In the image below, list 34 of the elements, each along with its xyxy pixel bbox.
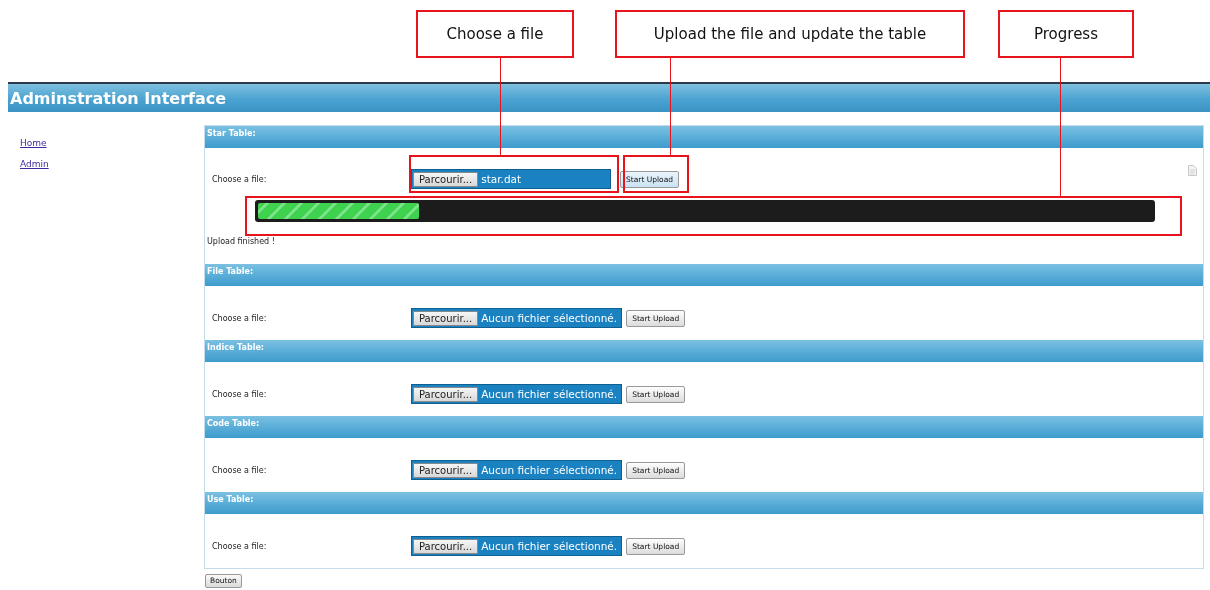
section-title: Code Table: bbox=[206, 418, 260, 428]
page-title: Adminstration Interface bbox=[9, 88, 227, 108]
section-title: Indice Table: bbox=[206, 342, 264, 352]
document-icon bbox=[1188, 164, 1197, 176]
file-input[interactable]: Parcourir... Aucun fichier sélectionné. bbox=[411, 460, 623, 480]
section-title: Star Table: bbox=[206, 128, 256, 138]
field-label: Choose a file: bbox=[211, 313, 268, 323]
file-name: Aucun fichier sélectionné. bbox=[480, 388, 619, 400]
field-label: Choose a file: bbox=[211, 389, 268, 399]
callout-label: Upload the file and update the table bbox=[615, 10, 965, 58]
file-name: Aucun fichier sélectionné. bbox=[480, 312, 619, 324]
browse-button[interactable]: Parcourir... bbox=[413, 462, 479, 478]
status-message: Upload finished ! bbox=[206, 237, 276, 246]
nav-link[interactable]: Admin bbox=[20, 159, 49, 169]
file-input[interactable]: Parcourir... star.dat bbox=[411, 169, 611, 189]
nav-link[interactable]: Home bbox=[20, 138, 47, 148]
file-name: Aucun fichier sélectionné. bbox=[480, 540, 619, 552]
field-label: Choose a file: bbox=[211, 465, 268, 475]
browse-button[interactable]: Parcourir... bbox=[413, 310, 479, 326]
file-input[interactable]: Parcourir... Aucun fichier sélectionné. bbox=[411, 308, 623, 328]
file-input[interactable]: Parcourir... Aucun fichier sélectionné. bbox=[411, 384, 623, 404]
browse-button[interactable]: Parcourir... bbox=[413, 386, 479, 402]
file-input[interactable]: Parcourir... Aucun fichier sélectionné. bbox=[411, 536, 623, 556]
field-label: Choose a file: bbox=[211, 174, 268, 184]
file-name: star.dat bbox=[480, 173, 523, 185]
highlight-frame bbox=[623, 155, 689, 193]
callout-label: Progress bbox=[998, 10, 1134, 58]
section-title: Use Table: bbox=[206, 494, 254, 504]
browse-button[interactable]: Parcourir... bbox=[413, 171, 479, 187]
file-name: Aucun fichier sélectionné. bbox=[480, 464, 619, 476]
browse-button[interactable]: Parcourir... bbox=[413, 538, 479, 554]
section-title: File Table: bbox=[206, 266, 254, 276]
callout-label: Choose a file bbox=[416, 10, 574, 58]
field-label: Choose a file: bbox=[211, 541, 268, 551]
